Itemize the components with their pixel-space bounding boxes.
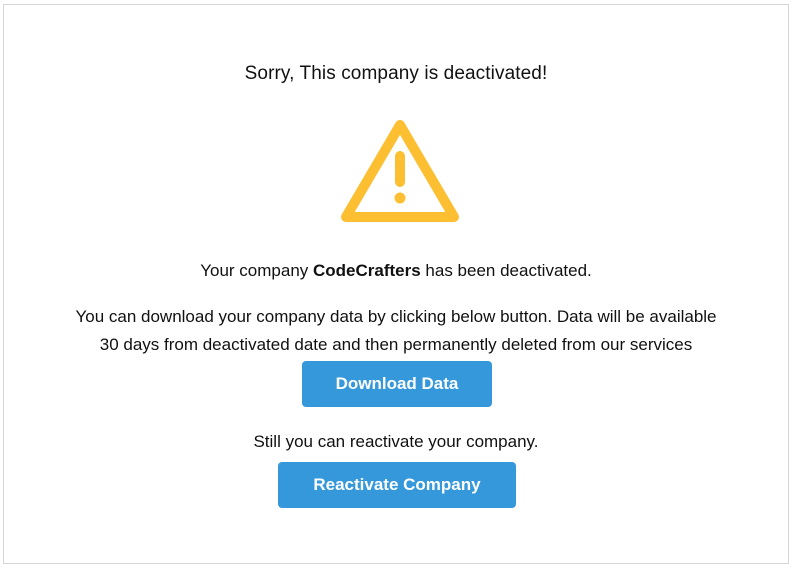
- page-title: Sorry, This company is deactivated!: [244, 63, 548, 84]
- reactivate-company-button[interactable]: Reactivate Company: [278, 462, 516, 508]
- warning-triangle-icon: [341, 120, 459, 222]
- company-name: CodeCrafters: [313, 261, 421, 280]
- data-retention-info: You can download your company data by cl…: [4, 303, 788, 359]
- reactivate-prompt: Still you can reactivate your company.: [253, 432, 539, 451]
- download-data-button[interactable]: Download Data: [302, 361, 492, 407]
- info-line-1: You can download your company data by cl…: [75, 307, 717, 326]
- info-line-2: 30 days from deactivated date and then p…: [99, 335, 693, 354]
- deactivation-message: Your company CodeCrafters has been deact…: [4, 261, 788, 281]
- message-prefix: Your company: [200, 261, 313, 280]
- message-suffix: has been deactivated.: [420, 261, 592, 280]
- deactivated-company-panel: Sorry, This company is deactivated! Your…: [3, 4, 789, 564]
